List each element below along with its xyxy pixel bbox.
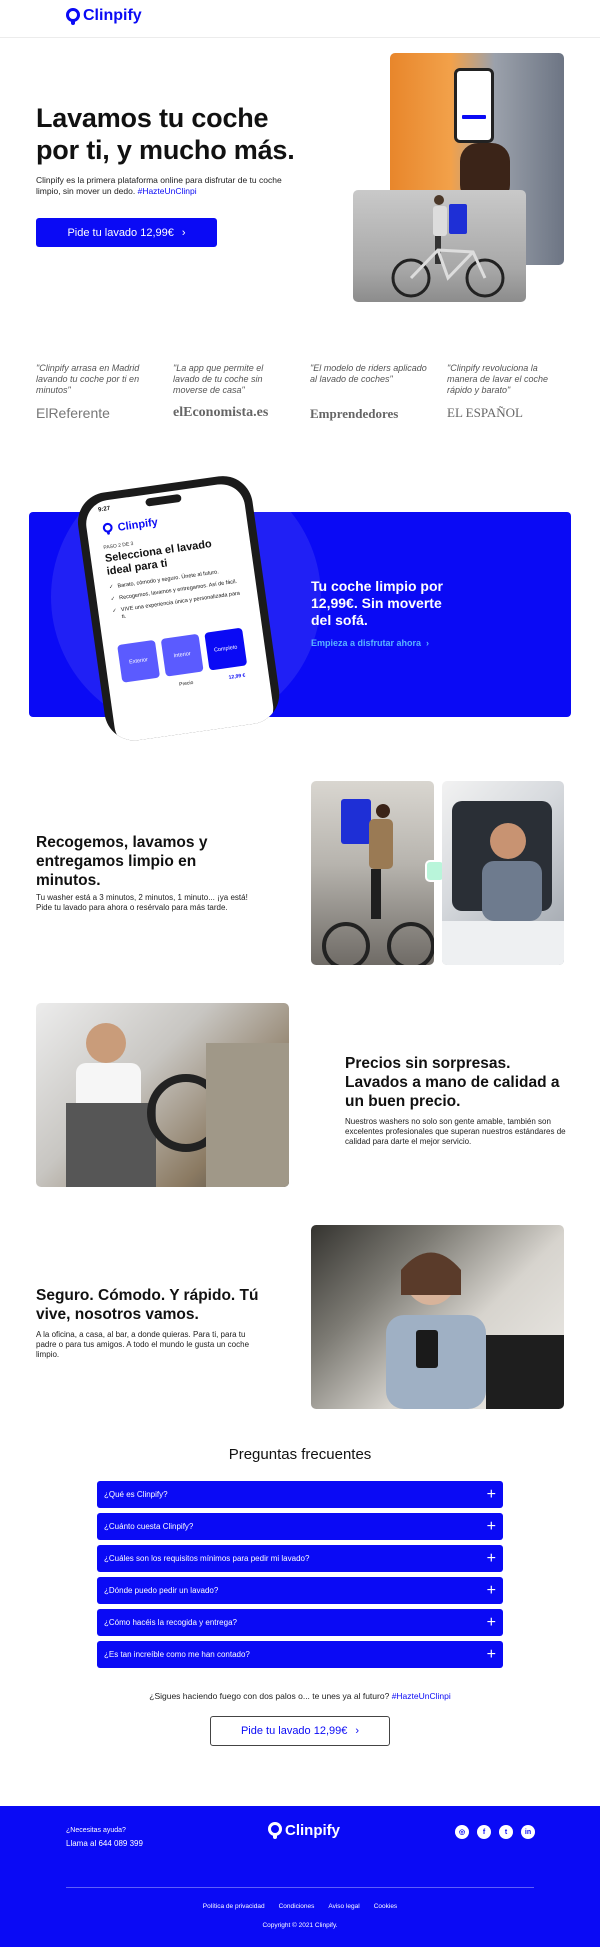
footer-link-cookies[interactable]: Cookies [374,1903,397,1910]
closing-text: ¿Sigues haciendo fuego con dos palos o..… [149,1691,451,1701]
driver-illustration [442,801,564,965]
faq-item[interactable]: ¿Es tan increíble como me han contado? + [97,1641,503,1668]
rider-illustration [322,799,434,965]
rider-bike-illustration [391,195,505,298]
hero-phone-mock [454,68,494,143]
faq-title: Preguntas frecuentes [228,1446,372,1463]
footer-link-conditions[interactable]: Condiciones [279,1903,315,1910]
phone-price-label: Precio [178,679,194,688]
hero-hashtag[interactable]: #HazteUnClinpi [138,186,197,196]
phone-price: 12,99 € [228,672,246,681]
feature3-photo-woman [311,1225,564,1409]
feature1-text: Tu washer está a 3 minutos, 2 minutos, 1… [36,893,248,912]
phone-option-completo[interactable]: Completo [204,627,248,671]
phone-option-interior[interactable]: Interior [160,633,204,677]
footer-link-privacy[interactable]: Política de privacidad [203,1903,265,1910]
feature2-photo-washer [36,1003,289,1187]
closing-cta-label: Pide tu lavado 12,99€ [240,1725,348,1737]
phone-option-exterior[interactable]: Exterior [117,639,161,683]
promo-title: Tu coche limpio por 12,99€. Sin moverte … [311,578,443,628]
press-logo-eleconomista: elEconomista.es [173,405,269,420]
check-icon: ✓ [111,607,118,615]
hero-title: Lavamos tu coche por ti, y mucho más. [36,102,336,166]
feature1-photo-driver [442,781,564,965]
logo-text: Clinpify [83,7,142,24]
plus-icon: + [486,1645,496,1663]
hero-subtitle: Clinpify es la primera plataforma online… [36,175,301,197]
press-quote-3: "El modelo de riders aplicado al lavado … [310,363,427,384]
press-quote-1: "Clinpify arrasa en Madrid lavando tu co… [36,363,140,395]
linkedin-icon[interactable]: in [521,1825,535,1839]
plus-icon: + [486,1581,496,1599]
plus-icon: + [486,1549,496,1567]
press-logo-elreferente: ElReferente [36,405,110,421]
instagram-icon[interactable]: ◎ [455,1825,469,1839]
phone-notch [145,493,182,507]
plus-icon: + [486,1613,496,1631]
woman-phone-illustration [386,1252,564,1409]
facebook-icon[interactable]: f [477,1825,491,1839]
feature3-title: Seguro. Cómodo. Y rápido. Tú vive, nosot… [36,1287,259,1323]
promo-link[interactable]: Empieza a disfrutar ahora › [311,638,429,648]
faq-item[interactable]: ¿Cuáles son los requisitos mínimos para … [97,1545,503,1572]
header-logo[interactable]: Clinpify [66,7,142,25]
footer-link-legal[interactable]: Aviso legal [328,1903,359,1910]
faq-item[interactable]: ¿Cuánto cuesta Clinpify? + [97,1513,503,1540]
promo-phone: 9:27 Clinpify PASO 2 DE 3 Selecciona el … [74,472,284,745]
press-quote-4: "Clinpify revoluciona la manera de lavar… [447,363,549,395]
check-icon: ✓ [110,595,116,603]
feature2-text: Nuestros washers no solo son gente amabl… [345,1117,566,1146]
footer-help: ¿Necesitas ayuda? [66,1827,126,1834]
faq-item[interactable]: ¿Dónde puedo pedir un lavado? + [97,1577,503,1604]
footer: ¿Necesitas ayuda? Llama al 644 089 399 C… [0,1806,600,1947]
press-quote-2: "La app que permite el lavado de tu coch… [173,363,264,395]
closing-cta-button[interactable]: Pide tu lavado 12,99€ › [210,1716,390,1746]
chevron-right-icon: › [426,638,430,648]
hero-title-line2: por ti, y mucho más. [36,135,295,165]
footer-links: Política de privacidad Condiciones Aviso… [0,1903,600,1910]
hero-photo-rider [353,190,526,302]
footer-phone-link[interactable]: Llama al 644 089 399 [66,1839,143,1848]
closing-hashtag[interactable]: #HazteUnClinpi [392,1691,451,1701]
footer-divider [66,1887,534,1888]
feature2-title: Precios sin sorpresas. Lavados a mano de… [345,1055,560,1110]
plus-icon: + [486,1485,496,1503]
phone-logo-text: Clinpify [116,515,159,534]
logo-pin-icon [66,7,80,25]
footer-logo-text: Clinpify [285,1822,340,1839]
phone-logo-pin-icon [102,522,113,535]
hero-cta-button[interactable]: Pide tu lavado 12,99€ › [36,218,217,247]
faq-item[interactable]: ¿Qué es Clinpify? + [97,1481,503,1508]
top-nav: Clinpify [0,0,600,38]
chevron-right-icon: › [181,226,186,239]
faq-item[interactable]: ¿Cómo hacéis la recogida y entrega? + [97,1609,503,1636]
feature1-title: Recogemos, lavamos y entregamos limpio e… [36,834,208,889]
washer-illustration [66,1023,289,1187]
phone-logo: Clinpify [100,513,159,538]
hero-title-line1: Lavamos tu coche [36,103,269,133]
twitter-icon[interactable]: t [499,1825,513,1839]
promo-link-label: Empieza a disfrutar ahora [311,638,422,648]
logo-pin-icon [268,1822,282,1839]
phone-time: 9:27 [97,505,111,514]
feature1-photo-rider [311,781,434,965]
press-logo-emprendedores: Emprendedores [310,406,399,421]
press-logo-elespanol: EL ESPAÑOL [447,405,523,420]
chevron-right-icon: › [355,1725,360,1737]
footer-logo[interactable]: Clinpify [268,1822,340,1839]
social-links: ◎ f t in [455,1825,535,1839]
feature3-text: A la oficina, a casa, al bar, a donde qu… [36,1330,250,1359]
footer-copyright: Copyright © 2021 Clinpify. [262,1922,338,1929]
plus-icon: + [486,1517,496,1535]
hero-cta-label: Pide tu lavado 12,99€ [67,226,174,239]
check-icon: ✓ [108,584,115,591]
